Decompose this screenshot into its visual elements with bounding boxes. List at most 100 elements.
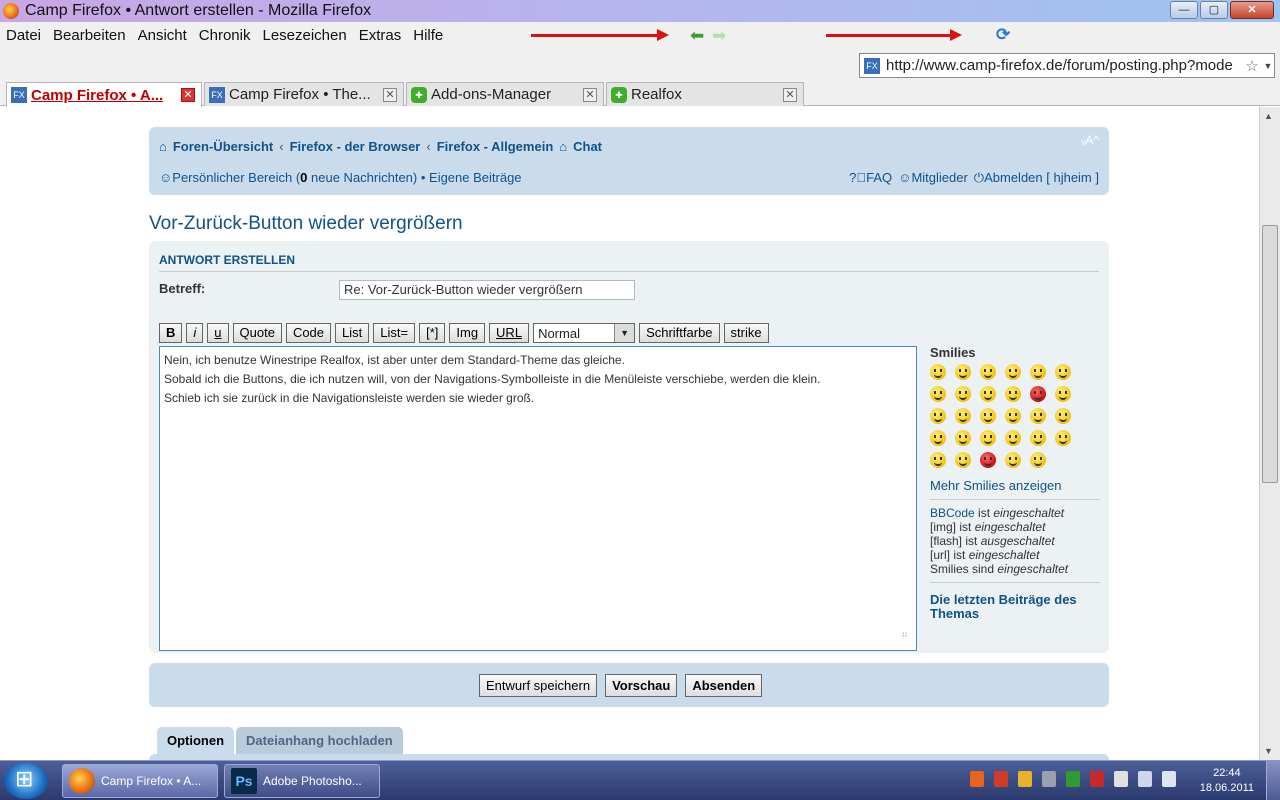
close-window-button[interactable]: ✕: [1230, 1, 1274, 19]
network-icon[interactable]: [1042, 771, 1056, 787]
menu-lesezeichen[interactable]: Lesezeichen: [262, 27, 346, 44]
message-textarea[interactable]: Nein, ich benutze Winestripe Realfox, is…: [159, 346, 917, 651]
scroll-up-icon[interactable]: ▲: [1264, 111, 1273, 121]
tab-close-icon[interactable]: ✕: [583, 87, 597, 102]
smiley-icon[interactable]: [1055, 386, 1071, 402]
more-smilies-link[interactable]: Mehr Smilies anzeigen: [930, 478, 1100, 500]
bookmark-star-icon[interactable]: ☆: [1242, 57, 1262, 75]
crumb-firefox-general[interactable]: Firefox - Allgemein: [437, 139, 554, 154]
crumb-firefox-browser[interactable]: Firefox - der Browser: [290, 139, 421, 154]
smiley-icon[interactable]: [930, 452, 946, 468]
smiley-icon[interactable]: [1055, 430, 1071, 446]
smiley-icon[interactable]: [1005, 430, 1021, 446]
smiley-icon[interactable]: [930, 430, 946, 446]
list-button[interactable]: List: [335, 323, 370, 343]
bell-icon[interactable]: [1018, 771, 1032, 787]
bold-button[interactable]: B: [159, 323, 183, 343]
code-button[interactable]: Code: [285, 323, 332, 343]
tab-close-icon[interactable]: ✕: [181, 88, 195, 102]
smiley-icon[interactable]: [1055, 364, 1071, 380]
system-clock[interactable]: 22:44 18.06.2011: [1200, 766, 1254, 796]
smiley-icon[interactable]: [1005, 364, 1021, 380]
quote-button[interactable]: Quote: [232, 323, 282, 343]
underline-button[interactable]: u: [207, 323, 229, 343]
menu-chronik[interactable]: Chronik: [199, 27, 251, 44]
meter-icon[interactable]: [1066, 771, 1080, 787]
volume-icon[interactable]: [1162, 771, 1176, 787]
smiley-icon[interactable]: [980, 408, 996, 424]
menu-hilfe[interactable]: Hilfe: [413, 27, 443, 44]
scroll-thumb[interactable]: [1262, 225, 1278, 483]
font-size-toggle[interactable]: ᵥA^: [1082, 133, 1100, 147]
taskbar-firefox[interactable]: Camp Firefox • A...: [62, 764, 218, 798]
crumb-chat[interactable]: Chat: [573, 139, 602, 154]
smiley-icon[interactable]: [1005, 386, 1021, 402]
smiley-icon[interactable]: [1030, 364, 1046, 380]
menu-bearbeiten[interactable]: Bearbeiten: [53, 27, 126, 44]
url-button[interactable]: URL: [489, 323, 530, 343]
smiley-icon[interactable]: [930, 386, 946, 402]
signal-icon[interactable]: [1138, 771, 1152, 787]
smiley-icon[interactable]: [980, 386, 996, 402]
reload-icon[interactable]: ⟳: [996, 26, 1010, 43]
smiley-icon[interactable]: [955, 430, 971, 446]
smiley-icon[interactable]: [980, 452, 996, 468]
smiley-icon[interactable]: [1005, 452, 1021, 468]
image-button[interactable]: Img: [449, 323, 486, 343]
maximize-button[interactable]: ▢: [1200, 1, 1228, 19]
device-icon[interactable]: [1114, 771, 1128, 787]
smiley-icon[interactable]: [955, 452, 971, 468]
tab-camp-firefox-answer[interactable]: FX Camp Firefox • A... ✕: [6, 82, 202, 107]
url-dropdown-icon[interactable]: ▼: [1262, 61, 1274, 71]
save-draft-button[interactable]: Entwurf speichern: [479, 674, 598, 697]
show-desktop-button[interactable]: [1266, 761, 1280, 800]
italic-button[interactable]: i: [186, 323, 204, 343]
tab-addons-manager[interactable]: ✚ Add-ons-Manager ✕: [406, 82, 604, 106]
menu-datei[interactable]: Datei: [6, 27, 41, 44]
shield-icon[interactable]: [994, 771, 1008, 787]
url-bar[interactable]: FX http://www.camp-firefox.de/forum/post…: [859, 53, 1275, 78]
start-button[interactable]: [4, 763, 48, 799]
subject-input[interactable]: Re: Vor-Zurück-Button wieder vergrößern: [339, 280, 635, 300]
tab-options[interactable]: Optionen: [157, 727, 235, 754]
tab-realfox[interactable]: ✚ Realfox ✕: [606, 82, 804, 106]
menu-ansicht[interactable]: Ansicht: [138, 27, 187, 44]
strike-button[interactable]: strike: [723, 323, 769, 343]
latest-posts-link[interactable]: Die letzten Beiträge des Themas: [930, 593, 1100, 621]
members-link[interactable]: ☺Mitglieder: [898, 170, 968, 186]
antivirus-icon[interactable]: [1090, 771, 1104, 787]
tab-close-icon[interactable]: ✕: [383, 87, 397, 102]
menu-extras[interactable]: Extras: [359, 27, 402, 44]
logout-link[interactable]: ⏻Abmelden [ hjheim ]: [974, 170, 1099, 186]
smiley-icon[interactable]: [980, 364, 996, 380]
font-color-button[interactable]: Schriftfarbe: [639, 323, 720, 343]
taskbar-photoshop[interactable]: Ps Adobe Photosho...: [224, 764, 380, 798]
smiley-icon[interactable]: [1055, 408, 1071, 424]
smiley-icon[interactable]: [1030, 408, 1046, 424]
own-posts-link[interactable]: neue Nachrichten) • Eigene Beiträge: [307, 170, 522, 185]
back-icon[interactable]: ⬅: [690, 27, 704, 44]
flame-icon[interactable]: [970, 771, 984, 787]
personal-area-link[interactable]: Persönlicher Bereich (: [172, 170, 300, 185]
ordered-list-button[interactable]: List=: [373, 323, 416, 343]
preview-button[interactable]: Vorschau: [605, 674, 678, 697]
smiley-icon[interactable]: [980, 430, 996, 446]
font-size-select[interactable]: Normal ▼: [533, 323, 636, 343]
bbcode-link[interactable]: BBCode: [930, 506, 975, 520]
tab-close-icon[interactable]: ✕: [783, 87, 797, 102]
smiley-icon[interactable]: [955, 386, 971, 402]
smiley-icon[interactable]: [930, 408, 946, 424]
smiley-icon[interactable]: [930, 364, 946, 380]
crumb-forum-index[interactable]: Foren-Übersicht: [173, 139, 273, 154]
smiley-icon[interactable]: [955, 364, 971, 380]
forward-icon[interactable]: ➡: [712, 27, 726, 44]
minimize-button[interactable]: —: [1170, 1, 1198, 19]
smiley-icon[interactable]: [955, 408, 971, 424]
tab-upload-attachment[interactable]: Dateianhang hochladen: [236, 727, 403, 754]
vertical-scrollbar[interactable]: ▲ ▼: [1259, 107, 1280, 760]
smiley-icon[interactable]: [1030, 386, 1046, 402]
smiley-icon[interactable]: [1005, 408, 1021, 424]
url-text[interactable]: http://www.camp-firefox.de/forum/posting…: [886, 57, 1242, 74]
submit-button[interactable]: Absenden: [685, 674, 763, 697]
resize-grip-icon[interactable]: ⠶: [901, 625, 908, 644]
